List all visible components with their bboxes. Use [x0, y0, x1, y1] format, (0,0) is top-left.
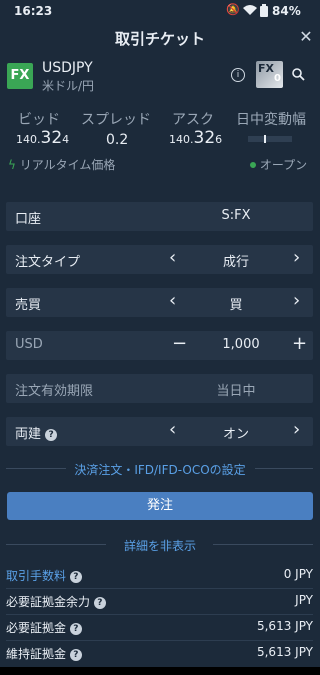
spread-label: スプレッド: [81, 112, 151, 128]
hedge-row[interactable]: 両建 ? ‹ オン ›: [6, 417, 313, 446]
battery-icon: [260, 4, 268, 17]
ask-label: アスク: [172, 112, 214, 128]
quantity-input[interactable]: 1,000: [206, 337, 276, 352]
maintenance-margin-row: 維持証拠金 ? 5,613 JPY: [6, 645, 313, 661]
hedge-help-icon[interactable]: ?: [45, 429, 58, 441]
divider: [213, 544, 313, 545]
bottom-nav-bar: [0, 667, 320, 675]
status-dot-icon: [250, 162, 256, 168]
bid-price[interactable]: 140.324: [16, 128, 69, 148]
close-button[interactable]: ✕: [296, 27, 316, 47]
status-bar: 16:23 🔕 84%: [0, 0, 320, 22]
side-next-button[interactable]: ›: [293, 291, 300, 311]
lightning-icon: ϟ: [8, 158, 16, 172]
required-margin-help-icon[interactable]: ?: [69, 623, 82, 635]
quantity-decrement-button[interactable]: −: [172, 334, 187, 354]
side-row[interactable]: 売買 ‹ 買 ›: [6, 288, 313, 317]
fx-product-tile[interactable]: FX 0: [256, 61, 283, 88]
ask-price[interactable]: 140.326: [169, 128, 222, 148]
day-range-bar: [248, 135, 292, 143]
quantity-increment-button[interactable]: +: [292, 334, 307, 354]
mute-icon: 🔕: [226, 3, 240, 16]
market-status: オープン: [250, 156, 307, 173]
maintenance-margin-help-icon[interactable]: ?: [69, 649, 82, 661]
day-range-label: 日中変動幅: [236, 112, 306, 128]
hedge-value: オン: [222, 427, 249, 442]
expiry-value: 当日中: [216, 384, 256, 399]
fx-badge: FX: [7, 63, 33, 89]
order-type-value: 成行: [222, 255, 249, 270]
instrument-name: 米ドル/円: [42, 79, 95, 93]
settle-order-link[interactable]: 決済注文・IFD/IFD-OCOの設定: [0, 461, 320, 478]
expiry-row: 注文有効期限 当日中: [6, 374, 313, 403]
commission-row: 取引手数料 ? 0 JPY: [6, 567, 313, 583]
hedge-next-button[interactable]: ›: [293, 420, 300, 440]
order-type-prev-button[interactable]: ‹: [169, 248, 176, 268]
margin-available-row: 必要証拠金余力 ? JPY: [6, 593, 313, 609]
quantity-row[interactable]: USD − 1,000 +: [6, 331, 313, 360]
required-margin-row: 必要証拠金 ? 5,613 JPY: [6, 619, 313, 635]
order-button[interactable]: 発注: [7, 492, 313, 520]
divider: [255, 468, 313, 469]
order-type-row[interactable]: 注文タイプ ‹ 成行 ›: [6, 245, 313, 274]
account-value: S:FX: [221, 208, 251, 223]
order-type-next-button[interactable]: ›: [293, 248, 300, 268]
page-title: 取引チケット: [114, 30, 205, 48]
margin-available-help-icon[interactable]: ?: [93, 597, 106, 609]
wifi-icon: [243, 5, 257, 15]
search-icon[interactable]: [292, 68, 305, 81]
side-value: 買: [229, 298, 243, 313]
hedge-prev-button[interactable]: ‹: [169, 420, 176, 440]
info-icon[interactable]: i: [231, 68, 245, 82]
day-range-marker: [264, 135, 266, 143]
commission-help-icon[interactable]: ?: [69, 571, 82, 583]
clock: 16:23: [14, 4, 53, 18]
hide-details-link[interactable]: 詳細を非表示: [0, 537, 320, 554]
bid-label: ビッド: [18, 112, 60, 128]
realtime-indicator: ϟ リアルタイム価格: [8, 158, 116, 172]
side-prev-button[interactable]: ‹: [169, 291, 176, 311]
battery-level: 84%: [272, 4, 301, 18]
account-row[interactable]: 口座 S:FX: [6, 202, 313, 231]
instrument-symbol[interactable]: USDJPY: [42, 60, 93, 76]
spread-value: 0.2: [106, 132, 129, 148]
